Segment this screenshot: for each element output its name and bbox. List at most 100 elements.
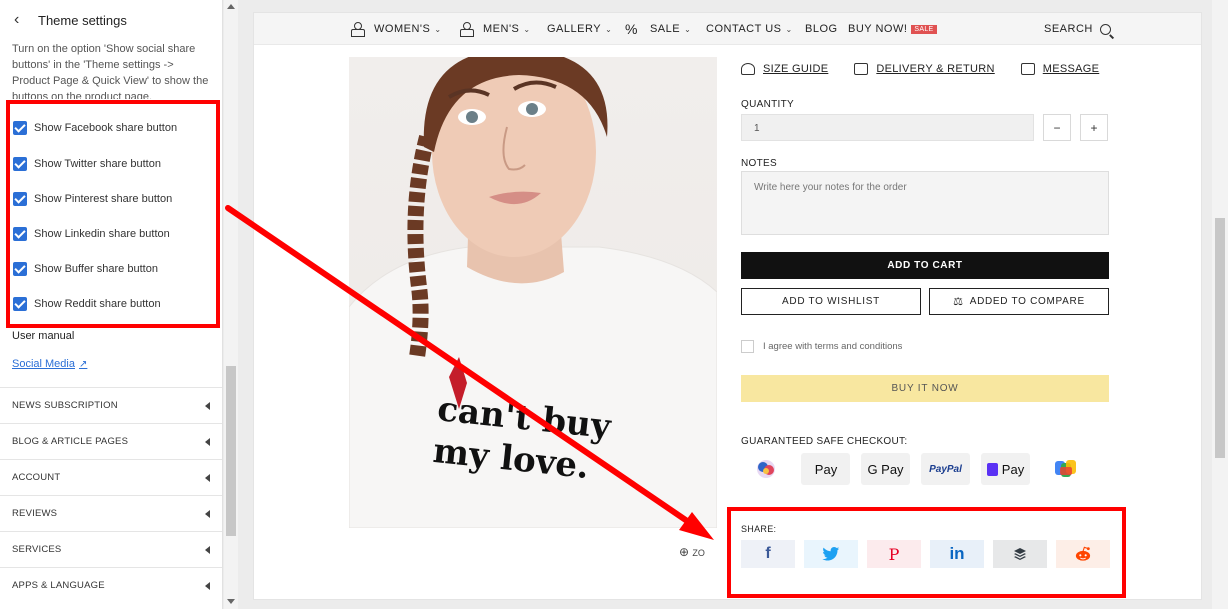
highlight-box-checkboxes: [6, 100, 220, 328]
nav-label: GALLERY: [547, 23, 602, 35]
quantity-decrease-button[interactable]: −: [1043, 114, 1071, 141]
section-news-subscription[interactable]: NEWS SUBSCRIPTION: [0, 387, 222, 423]
section-label: BLOG & ARTICLE PAGES: [12, 436, 129, 447]
nav-label: BUY NOW!: [848, 23, 908, 35]
add-to-wishlist-button[interactable]: ADD TO WISHLIST: [741, 288, 921, 315]
back-arrow-icon[interactable]: ‹: [14, 12, 28, 28]
scroll-down-icon[interactable]: [227, 599, 235, 604]
wallet-icon: [1054, 460, 1076, 477]
scroll-up-icon[interactable]: [227, 4, 235, 9]
buy-it-now-button[interactable]: BUY IT NOW: [741, 375, 1109, 402]
caret-left-icon: [205, 437, 210, 446]
paypal-badge: PayPal: [921, 453, 970, 485]
highlight-box-share: [727, 507, 1126, 598]
caret-left-icon: [205, 581, 210, 590]
truck-icon: [854, 63, 869, 75]
section-label: REVIEWS: [12, 508, 58, 519]
caret-left-icon: [205, 401, 210, 410]
section-blog-article-pages[interactable]: BLOG & ARTICLE PAGES: [0, 423, 222, 459]
delivery-return-link[interactable]: DELIVERY & RETURN: [854, 63, 994, 75]
percent-icon: %: [625, 21, 638, 37]
external-link-icon: ↗: [78, 358, 88, 370]
shop-pay-badge: Pay: [981, 453, 1030, 485]
quantity-label: QUANTITY: [741, 99, 794, 110]
product-links: SIZE GUIDE DELIVERY & RETURN MESSAGE: [741, 63, 1125, 75]
sidebar-description: Turn on the option 'Show social share bu…: [12, 43, 209, 99]
quantity-input[interactable]: 1: [741, 114, 1034, 141]
section-label: APPS & LANGUAGE: [12, 580, 105, 591]
nav-womens[interactable]: WOMEN'S ⌄: [350, 13, 442, 45]
message-link[interactable]: MESSAGE: [1020, 63, 1100, 75]
paypal-text: PayPal: [929, 463, 962, 475]
section-services[interactable]: SERVICES: [0, 531, 222, 567]
envelope-icon: [1020, 63, 1035, 75]
section-account[interactable]: ACCOUNT: [0, 459, 222, 495]
user-manual-heading: User manual: [12, 330, 75, 342]
section-label: SERVICES: [12, 544, 62, 555]
size-guide-text[interactable]: SIZE GUIDE: [763, 63, 828, 75]
added-to-compare-text: ADDED TO COMPARE: [969, 296, 1085, 307]
search-icon: [1099, 23, 1111, 35]
nav-label: CONTACT US: [706, 23, 782, 35]
sidebar-title: Theme settings: [38, 12, 127, 28]
agree-checkbox[interactable]: [741, 340, 754, 353]
nav-blog[interactable]: BLOG: [805, 13, 838, 45]
caret-left-icon: [205, 509, 210, 518]
zoom-label: ZO: [692, 548, 705, 558]
nav-contact-us[interactable]: CONTACT US ⌄: [706, 13, 793, 45]
apple-pay-badge: Pay: [801, 453, 850, 485]
payment-logo-icon: [756, 460, 775, 478]
agree-text: I agree with terms and conditions: [763, 341, 903, 352]
add-to-cart-button[interactable]: ADD TO CART: [741, 252, 1109, 279]
woman-icon: [350, 22, 365, 37]
added-to-compare-button[interactable]: ⚖ ADDED TO COMPARE: [929, 288, 1109, 315]
payment-badge-generic: [741, 453, 790, 485]
message-text[interactable]: MESSAGE: [1043, 63, 1100, 75]
nav-sale[interactable]: % SALE ⌄: [625, 13, 691, 45]
section-apps-language[interactable]: APPS & LANGUAGE: [0, 567, 222, 603]
shopping-bag-icon: [986, 462, 998, 476]
delivery-return-text[interactable]: DELIVERY & RETURN: [876, 63, 994, 75]
chevron-down-icon: ⌄: [684, 24, 692, 34]
sidebar-scroll-thumb[interactable]: [226, 366, 236, 536]
zoom-control[interactable]: ⊕ ZO: [679, 545, 705, 559]
sidebar-header: ‹ Theme settings: [0, 0, 222, 40]
search-label: SEARCH: [1044, 23, 1093, 35]
section-label: NEWS SUBSCRIPTION: [12, 400, 118, 411]
preview-scroll-thumb[interactable]: [1215, 218, 1225, 458]
chevron-down-icon: ⌄: [605, 24, 613, 34]
nav-buy-now[interactable]: BUY NOW! SALE: [848, 13, 937, 45]
payment-methods: Pay G Pay PayPal Pay: [741, 453, 1101, 485]
shop-pay-text: Pay: [1001, 461, 1025, 477]
google-wallet-badge: [1041, 453, 1090, 485]
ruler-icon: [741, 63, 755, 75]
nav-label: SALE: [649, 23, 681, 35]
sale-badge: SALE: [911, 24, 937, 34]
notes-label: NOTES: [741, 158, 777, 169]
quantity-increase-button[interactable]: +: [1080, 114, 1108, 141]
nav-search[interactable]: SEARCH: [1044, 13, 1111, 45]
chevron-down-icon: ⌄: [785, 24, 793, 34]
nav-gallery[interactable]: GALLERY ⌄: [547, 13, 612, 45]
shirt-print-text: can't buy my love.: [431, 388, 612, 490]
social-media-link[interactable]: Social Media ↗: [12, 358, 87, 370]
section-label: ACCOUNT: [12, 472, 61, 483]
social-media-link-text[interactable]: Social Media: [12, 358, 75, 370]
agree-terms[interactable]: I agree with terms and conditions: [741, 340, 902, 353]
caret-left-icon: [205, 473, 210, 482]
section-reviews[interactable]: REVIEWS: [0, 495, 222, 531]
apple-pay-text: Pay: [814, 461, 838, 477]
nav-mens[interactable]: MEN'S ⌄: [459, 13, 531, 45]
zoom-in-icon: ⊕: [679, 545, 690, 559]
chevron-down-icon: ⌄: [523, 24, 531, 34]
nav-label: BLOG: [805, 23, 838, 35]
man-icon: [459, 22, 474, 37]
product-image[interactable]: can't buy my love.: [349, 57, 717, 528]
nav-label: WOMEN'S: [374, 23, 431, 35]
size-guide-link[interactable]: SIZE GUIDE: [741, 63, 828, 75]
notes-textarea[interactable]: Write here your notes for the order: [741, 171, 1109, 235]
store-navbar: WOMEN'S ⌄ MEN'S ⌄ GALLERY ⌄ % SALE ⌄ CON…: [254, 13, 1201, 45]
compare-icon: ⚖: [953, 296, 964, 308]
checkout-label: GUARANTEED SAFE CHECKOUT:: [741, 436, 908, 447]
caret-left-icon: [205, 545, 210, 554]
